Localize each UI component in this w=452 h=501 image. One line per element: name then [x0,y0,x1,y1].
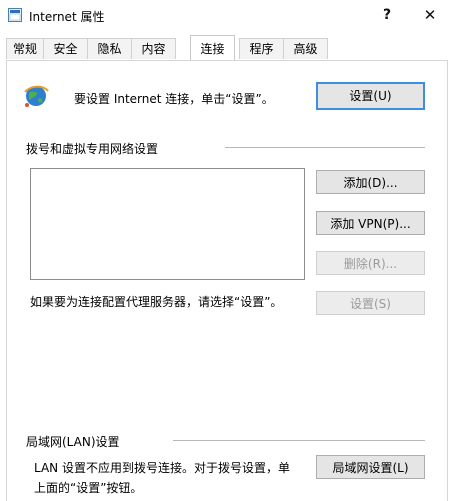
add-connection-button[interactable]: 添加(D)... [316,170,425,194]
tab-strip: 常规 安全 隐私 内容 连接 程序 高级 [6,35,446,60]
internet-options-icon [8,8,22,22]
lan-description-line2: 上面的“设置”按钮。 [34,481,143,495]
connections-listbox[interactable] [30,168,305,280]
lan-settings-button[interactable]: 局域网设置(L) [316,455,425,479]
title-bar: Internet 属性 ? ✕ [0,0,452,30]
lan-group-divider [173,440,425,441]
tab-privacy[interactable]: 隐私 [87,38,132,59]
tab-general[interactable]: 常规 [6,38,44,59]
add-vpn-button[interactable]: 添加 VPN(P)... [316,211,425,235]
setup-button[interactable]: 设置(U) [316,82,425,110]
tab-advanced[interactable]: 高级 [283,38,328,59]
lan-group-label: 局域网(LAN)设置 [26,433,120,450]
dialup-group-divider [225,147,425,148]
tab-connections[interactable]: 连接 [190,35,235,60]
lan-description-line1: LAN 设置不应用到拨号连接。对于拨号设置，单 [34,461,290,475]
window-title: Internet 属性 [29,10,105,24]
help-button[interactable]: ? [375,4,399,26]
setup-description: 要设置 Internet 连接，单击“设置”。 [74,92,274,106]
tab-content[interactable]: 内容 [131,38,176,59]
connection-settings-button[interactable]: 设置(S) [316,291,425,315]
connections-panel: 要设置 Internet 连接，单击“设置”。 设置(U) 拨号和虚拟专用网络设… [6,60,448,501]
tab-programs[interactable]: 程序 [239,38,284,59]
internet-globe-icon [24,85,49,107]
proxy-hint-text: 如果要为连接配置代理服务器，请选择“设置”。 [30,295,283,309]
close-button[interactable]: ✕ [418,4,442,26]
dialup-group-label: 拨号和虚拟专用网络设置 [26,140,159,157]
remove-connection-button[interactable]: 删除(R)... [316,251,425,275]
tab-security[interactable]: 安全 [43,38,88,59]
